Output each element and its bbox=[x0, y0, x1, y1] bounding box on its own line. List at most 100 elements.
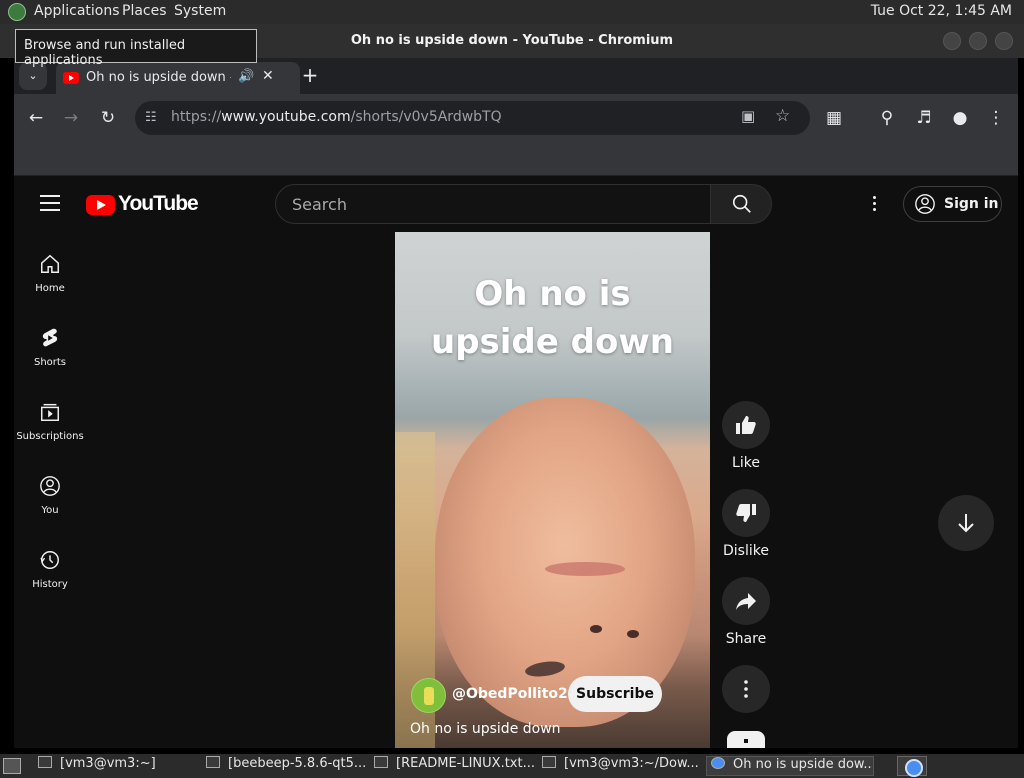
guide-label-shorts: Shorts bbox=[33, 357, 67, 368]
hamburger-menu-icon[interactable] bbox=[40, 195, 60, 211]
site-info-icon[interactable]: ☷ bbox=[145, 110, 157, 125]
dislike-label: Dislike bbox=[723, 543, 769, 559]
chrome-menu-icon[interactable]: ⋮ bbox=[984, 106, 1008, 130]
history-icon bbox=[40, 551, 59, 569]
search-box bbox=[275, 184, 711, 224]
subscribe-button[interactable]: Subscribe bbox=[568, 676, 662, 712]
video-caption[interactable]: Oh no is upside down bbox=[410, 721, 561, 737]
tab-title: Oh no is upside down - YouTube bbox=[86, 70, 231, 85]
profile-icon[interactable]: ● bbox=[948, 106, 972, 130]
bookmarks-bar bbox=[14, 141, 1018, 176]
taskbar-item-label: [vm3@vm3:~] bbox=[60, 756, 156, 771]
distro-logo-icon[interactable] bbox=[8, 3, 26, 21]
install-app-icon[interactable]: ▣ bbox=[741, 107, 755, 125]
terminal-icon bbox=[542, 756, 556, 768]
youtube-favicon-icon bbox=[63, 72, 79, 84]
taskbar-item-label: [README-LINUX.txt... bbox=[396, 756, 535, 771]
folder-icon bbox=[206, 756, 220, 768]
youtube-logo-text: YouTube bbox=[118, 192, 199, 215]
top-panel: Applications Places System Tue Oct 22, 1… bbox=[0, 0, 1024, 24]
you-icon bbox=[40, 476, 60, 496]
taskbar-item-terminal-downloads[interactable]: [vm3@vm3:~/Dow... bbox=[542, 756, 702, 776]
like-label: Like bbox=[732, 455, 760, 471]
tooltip: Browse and run installed applications bbox=[15, 29, 257, 68]
terminal-icon bbox=[38, 756, 52, 768]
subscriptions-icon bbox=[41, 403, 59, 421]
more-actions-button[interactable] bbox=[722, 665, 770, 713]
share-button[interactable] bbox=[722, 577, 770, 625]
channel-name[interactable]: @ObedPollito285 bbox=[452, 686, 587, 702]
sound-thumbnail-button[interactable] bbox=[727, 731, 765, 748]
minimize-button[interactable] bbox=[943, 32, 961, 50]
tab-strip: ⌄ Oh no is upside down - YouTube 🔊 ✕ + bbox=[14, 58, 1018, 94]
url-scheme: https:// bbox=[171, 109, 222, 125]
video-frame-mouth bbox=[545, 562, 625, 576]
applications-menu[interactable]: Applications bbox=[34, 3, 120, 19]
guide-item-you[interactable]: You bbox=[14, 475, 86, 545]
taskbar-item-label: Oh no is upside dow... bbox=[733, 757, 874, 772]
taskbar-item-folder[interactable]: [beebeep-5.8.6-qt5... bbox=[206, 756, 366, 776]
reload-icon[interactable]: ↻ bbox=[96, 106, 120, 130]
dislike-button[interactable] bbox=[722, 489, 770, 537]
search-input[interactable] bbox=[277, 186, 697, 222]
url-path: /shorts/v0v5ArdwbTQ bbox=[350, 109, 502, 125]
url-text[interactable]: https://www.youtube.com/shorts/v0v5Ardwb… bbox=[171, 109, 502, 125]
back-icon[interactable]: ← bbox=[24, 106, 48, 130]
overlay-line-2: upside down bbox=[431, 322, 674, 362]
taskbar: [vm3@vm3:~] [beebeep-5.8.6-qt5... [READM… bbox=[0, 754, 1024, 778]
guide-label-home: Home bbox=[35, 283, 65, 294]
share-icon bbox=[736, 593, 756, 610]
places-menu[interactable]: Places bbox=[122, 3, 167, 19]
taskbar-item-text-editor[interactable]: [README-LINUX.txt... bbox=[374, 756, 536, 776]
thumbs-down-icon bbox=[736, 504, 756, 522]
guide-item-subscriptions[interactable]: Subscriptions bbox=[14, 401, 86, 471]
new-tab-button[interactable]: + bbox=[298, 64, 322, 88]
arrow-down-icon bbox=[958, 514, 974, 533]
home-icon bbox=[41, 254, 59, 273]
chromium-tray-icon[interactable] bbox=[897, 756, 927, 777]
url-host: www.youtube.com bbox=[221, 109, 351, 125]
guide-item-history[interactable]: History bbox=[14, 549, 86, 619]
show-desktop-icon[interactable] bbox=[3, 758, 21, 774]
like-button[interactable] bbox=[722, 401, 770, 449]
video-frame-nostril bbox=[590, 625, 602, 633]
tab-close-icon[interactable]: ✕ bbox=[262, 68, 274, 84]
system-menu[interactable]: System bbox=[174, 3, 226, 19]
chromium-icon bbox=[711, 757, 725, 769]
share-label: Share bbox=[725, 631, 767, 647]
maximize-button[interactable] bbox=[969, 32, 987, 50]
next-video-button[interactable] bbox=[938, 495, 994, 551]
video-overlay-title: Oh no is upside down bbox=[395, 270, 710, 366]
more-vert-icon bbox=[744, 680, 748, 698]
guide-item-shorts[interactable]: Shorts bbox=[14, 327, 86, 397]
chevron-down-icon: ⌄ bbox=[28, 69, 38, 82]
forward-icon[interactable]: → bbox=[59, 106, 83, 130]
search-icon bbox=[732, 194, 751, 213]
guide-label-you: You bbox=[41, 505, 59, 516]
taskbar-item-label: [beebeep-5.8.6-qt5... bbox=[228, 756, 366, 771]
labs-flask-icon[interactable]: ⚲ bbox=[875, 106, 899, 130]
bookmark-star-icon[interactable]: ☆ bbox=[775, 106, 790, 126]
guide-label-subscriptions: Subscriptions bbox=[16, 431, 84, 442]
extensions-icon[interactable]: ▦ bbox=[822, 106, 846, 130]
settings-more-icon[interactable] bbox=[864, 192, 884, 216]
channel-avatar[interactable] bbox=[411, 678, 446, 713]
browser-toolbar: ← → ↻ ☷ https://www.youtube.com/shorts/v… bbox=[14, 94, 1018, 141]
clock[interactable]: Tue Oct 22, 1:45 AM bbox=[871, 3, 1012, 19]
shorts-video-player[interactable]: Oh no is upside down @ObedPollito285 Sub… bbox=[395, 232, 710, 748]
guide-label-history: History bbox=[32, 579, 68, 590]
sign-in-button[interactable]: Sign in bbox=[903, 186, 1002, 222]
taskbar-item-terminal[interactable]: [vm3@vm3:~] bbox=[38, 756, 198, 776]
account-icon bbox=[915, 194, 935, 214]
youtube-play-icon bbox=[86, 195, 115, 215]
audio-playing-icon[interactable]: 🔊 bbox=[238, 69, 254, 84]
search-button[interactable] bbox=[710, 184, 772, 224]
shorts-icon bbox=[42, 328, 58, 347]
media-controls-icon[interactable]: ♬ bbox=[912, 106, 936, 130]
guide-item-home[interactable]: Home bbox=[14, 253, 86, 323]
address-bar[interactable]: ☷ https://www.youtube.com/shorts/v0v5Ard… bbox=[135, 101, 810, 135]
sign-in-label: Sign in bbox=[944, 196, 999, 212]
taskbar-item-chromium[interactable]: Oh no is upside dow... bbox=[706, 756, 874, 776]
overlay-line-1: Oh no is bbox=[474, 274, 631, 314]
close-window-button[interactable] bbox=[995, 32, 1013, 50]
